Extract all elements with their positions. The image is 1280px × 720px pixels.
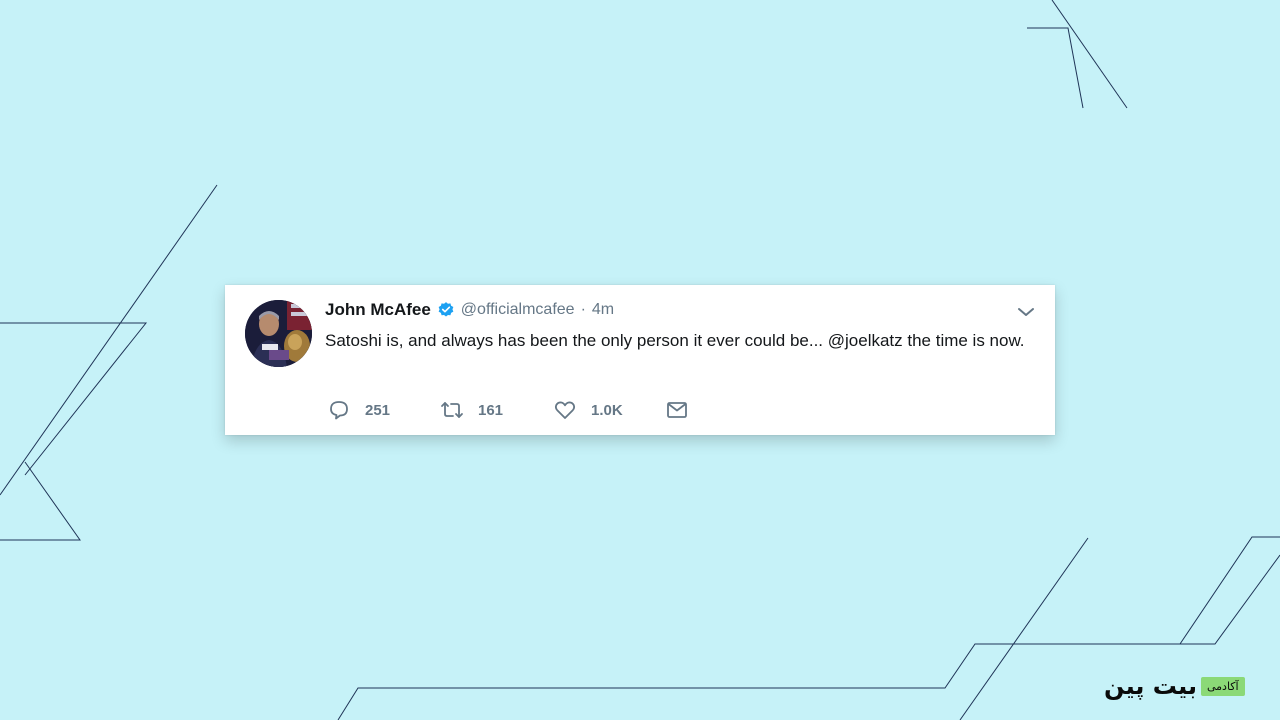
- direct-message-button[interactable]: [665, 398, 703, 422]
- tweet-timestamp[interactable]: 4m: [592, 301, 614, 319]
- speech-bubble-icon: [330, 401, 348, 420]
- reply-count: 251: [365, 401, 391, 419]
- reply-button[interactable]: 251: [327, 398, 440, 422]
- like-button[interactable]: 1.0K: [553, 398, 665, 422]
- author-handle[interactable]: @officialmcafee: [461, 301, 575, 319]
- retweet-button[interactable]: 161: [440, 398, 553, 422]
- verified-badge-icon: [438, 302, 454, 317]
- tweet-text: Satoshi is, and always has been the only…: [325, 331, 1025, 350]
- brand-name: بیت پین: [1104, 672, 1197, 700]
- chevron-down-icon[interactable]: [1015, 303, 1037, 321]
- tweet-actions: 251 161 1.0K: [327, 397, 703, 423]
- author-name[interactable]: John McAfee: [325, 300, 431, 320]
- envelope-icon: [667, 402, 687, 418]
- heart-icon: [554, 401, 576, 419]
- tweet-header: John McAfee @officialmcafee · 4m: [325, 299, 614, 321]
- brand-logo: بیت پین آکادمی: [1104, 673, 1245, 699]
- avatar-photo: [245, 300, 312, 367]
- retweet-count: 161: [478, 401, 504, 419]
- time-separator: ·: [580, 301, 586, 318]
- avatar[interactable]: [245, 300, 312, 367]
- tweet-card[interactable]: John McAfee @officialmcafee · 4m Satoshi…: [225, 285, 1055, 435]
- like-count: 1.0K: [591, 401, 623, 419]
- retweet-arrows-icon: [441, 402, 463, 418]
- brand-tag: آکادمی: [1200, 676, 1245, 696]
